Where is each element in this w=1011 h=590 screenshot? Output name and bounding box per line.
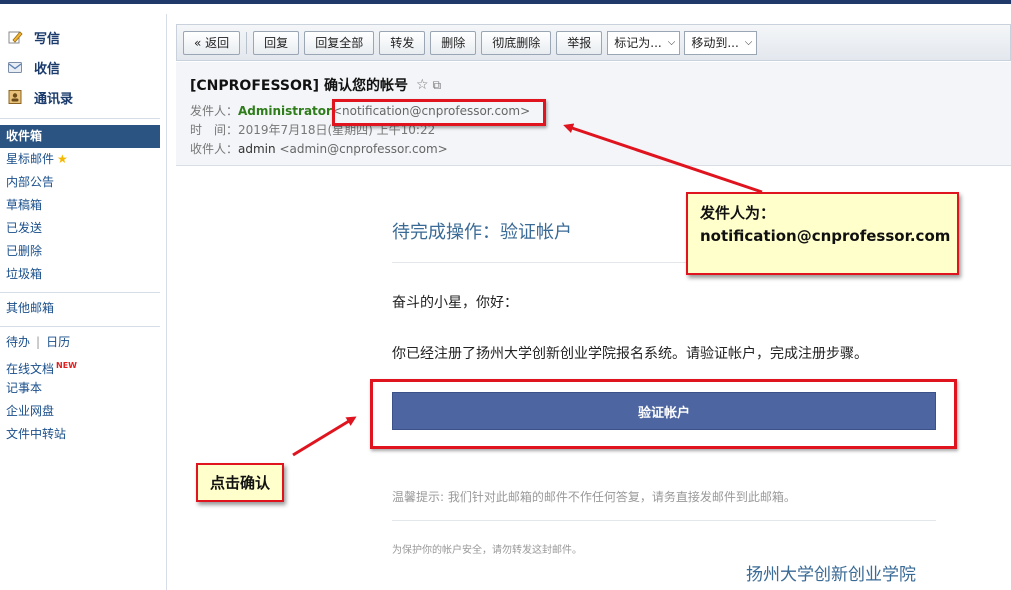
folder-spam-label: 垃圾箱 xyxy=(6,267,43,281)
from-row: 发件人：Administrator<notification@cnprofess… xyxy=(190,102,1011,121)
folder-list: 收件箱 星标邮件 ★ 内部公告 草稿箱 已发送 已删除 垃圾箱 其他邮箱 待办 | 日… xyxy=(0,119,160,446)
file-transfer-link[interactable]: 文件中转站 xyxy=(0,423,160,446)
contacts-label: 通讯录 xyxy=(34,91,74,107)
netdisk-link[interactable]: 企业网盘 xyxy=(0,400,160,423)
sender-callout: 发件人为： notification@cnprofessor.com xyxy=(686,192,959,275)
divider xyxy=(392,520,936,521)
folder-starred[interactable]: 星标邮件 ★ xyxy=(0,148,160,171)
reply-button[interactable]: 回复 xyxy=(253,30,300,55)
time-label: 时 间： xyxy=(190,123,239,137)
sidebar: 写信 收信 通讯录 收件箱 星标邮件 ★ 内部公告 草稿箱 已发送 已删除 垃圾箱… xyxy=(0,14,167,590)
back-button[interactable]: « 返回 xyxy=(183,30,241,55)
pencil-icon xyxy=(6,28,24,46)
receive-label: 收信 xyxy=(34,61,61,77)
new-badge: NEW xyxy=(56,361,77,370)
folder-sent[interactable]: 已发送 xyxy=(0,217,160,240)
click-callout: 点击确认 xyxy=(196,463,284,502)
mark-as-label: 标记为... xyxy=(614,36,662,50)
mark-as-select[interactable]: 标记为... ⌵ xyxy=(607,30,681,55)
from-label: 发件人： xyxy=(190,104,239,118)
folder-announcements-label: 内部公告 xyxy=(6,175,55,189)
delete-permanently-button[interactable]: 彻底删除 xyxy=(481,30,552,55)
inbox-icon xyxy=(6,58,24,76)
reply-all-button[interactable]: 回复全部 xyxy=(304,30,375,55)
body-paragraph: 你已经注册了扬州大学创新创业学院报名系统。请验证帐户，完成注册步骤。 xyxy=(392,346,868,362)
notepad-label: 记事本 xyxy=(6,381,43,395)
sender-callout-line1: 发件人为： xyxy=(700,204,776,222)
mail-toolbar: « 返回 回复 回复全部 转发 删除 彻底删除 举报 标记为... ⌵ 移动到..… xyxy=(176,24,1011,61)
folder-other-label: 其他邮箱 xyxy=(6,301,55,315)
online-docs-label: 在线文档 xyxy=(6,362,55,376)
click-callout-text: 点击确认 xyxy=(209,474,270,492)
quick-actions: 写信 收信 通讯录 xyxy=(0,14,160,119)
file-transfer-label: 文件中转站 xyxy=(6,427,67,441)
receive-link[interactable]: 收信 xyxy=(0,52,160,82)
todo-calendar-row: 待办 | 日历 xyxy=(0,331,160,354)
folder-drafts[interactable]: 草稿箱 xyxy=(0,194,160,217)
security-note: 为保护你的帐户安全，请勿转发这封邮件。 xyxy=(392,545,582,556)
sender-callout-line2: notification@cnprofessor.com xyxy=(700,227,951,245)
compose-label: 写信 xyxy=(34,31,61,47)
folder-other-mailbox[interactable]: 其他邮箱 xyxy=(0,297,160,320)
calendar-link[interactable]: 日历 xyxy=(46,335,70,349)
todo-link[interactable]: 待办 xyxy=(6,335,30,349)
arrow-to-verify-button xyxy=(292,416,357,457)
folder-sent-label: 已发送 xyxy=(6,221,43,235)
netdisk-label: 企业网盘 xyxy=(6,404,55,418)
folder-deleted[interactable]: 已删除 xyxy=(0,240,160,263)
star-icon: ★ xyxy=(57,152,68,166)
online-docs-link[interactable]: 在线文档 NEW xyxy=(0,354,160,377)
forward-button[interactable]: 转发 xyxy=(379,30,426,55)
address-book-icon xyxy=(6,88,24,106)
recipient-address: <admin@cnprofessor.com> xyxy=(279,142,448,156)
folder-drafts-label: 草稿箱 xyxy=(6,198,43,212)
mail-subject: [CNPROFESSOR] 确认您的帐号 ☆ ⧉ xyxy=(190,74,1011,96)
to-label: 收件人： xyxy=(190,142,239,156)
move-to-label: 移动到... xyxy=(691,36,739,50)
sender-highlight-box xyxy=(332,99,546,126)
delete-button[interactable]: 删除 xyxy=(430,30,477,55)
pipe-separator: | xyxy=(36,335,41,349)
top-accent-bar xyxy=(0,0,1011,4)
contacts-link[interactable]: 通讯录 xyxy=(0,82,160,112)
folder-announcements[interactable]: 内部公告 xyxy=(0,171,160,194)
greeting-text: 奋斗的小星，你好： xyxy=(392,295,518,311)
toolbar-divider xyxy=(246,31,248,54)
chevron-down-icon: ⌵ xyxy=(667,37,676,48)
folder-deleted-label: 已删除 xyxy=(6,244,43,258)
folder-spam[interactable]: 垃圾箱 xyxy=(0,263,160,286)
divider xyxy=(0,326,160,327)
folder-inbox-label: 收件箱 xyxy=(6,129,43,143)
folder-inbox[interactable]: 收件箱 xyxy=(0,125,160,148)
body-title: 待完成操作：验证帐户 xyxy=(392,222,572,243)
report-button[interactable]: 举报 xyxy=(556,30,603,55)
star-outline-icon[interactable]: ☆ xyxy=(416,77,429,93)
time-row: 时 间：2019年7月18日(星期四) 上午10:22 xyxy=(190,121,1011,140)
recipient-name: admin xyxy=(238,142,276,156)
verify-highlight-box xyxy=(370,379,957,449)
mail-header: [CNPROFESSOR] 确认您的帐号 ☆ ⧉ 发件人：Administrat… xyxy=(176,62,1011,166)
sender-name[interactable]: Administrator xyxy=(238,104,332,118)
reply-tip: 温馨提示: 我们针对此邮箱的邮件不作任何答复，请务直接发邮件到此邮箱。 xyxy=(392,490,796,504)
chevron-down-icon: ⌵ xyxy=(744,37,753,48)
move-to-select[interactable]: 移动到... ⌵ xyxy=(684,30,758,55)
compose-link[interactable]: 写信 xyxy=(0,22,160,52)
to-row: 收件人：admin <admin@cnprofessor.com> xyxy=(190,140,1011,159)
popout-window-icon[interactable]: ⧉ xyxy=(433,78,442,93)
notepad-link[interactable]: 记事本 xyxy=(0,377,160,400)
subject-text: [CNPROFESSOR] 确认您的帐号 xyxy=(190,78,408,94)
folder-starred-label: 星标邮件 xyxy=(6,152,55,166)
divider xyxy=(0,292,160,293)
signature: 扬州大学创新创业学院 xyxy=(746,565,916,585)
